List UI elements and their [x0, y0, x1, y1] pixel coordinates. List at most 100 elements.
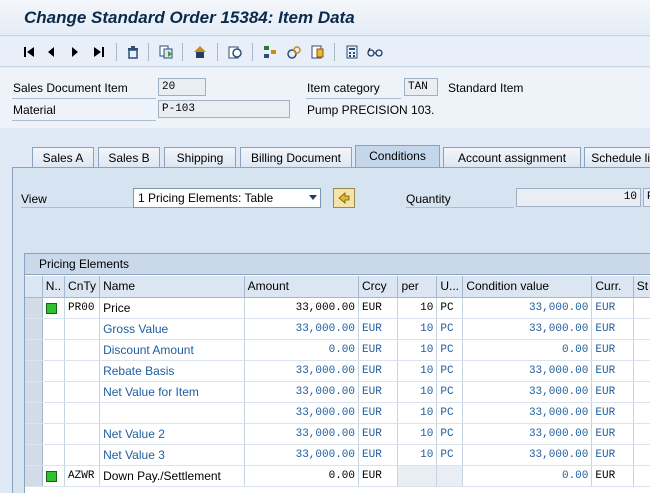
- crcy-cell[interactable]: EUR: [358, 402, 399, 424]
- glasses-icon[interactable]: [366, 43, 384, 61]
- tab-sales-b[interactable]: Sales B: [98, 147, 160, 167]
- previous-icon[interactable]: [42, 43, 60, 61]
- table-row[interactable]: PR00 Price 33,000.00 EUR 10 PC 33,000.00 EUR: [25, 297, 650, 319]
- cnty-cell[interactable]: [64, 444, 101, 466]
- curr-cell[interactable]: EUR: [591, 423, 634, 445]
- name-cell[interactable]: Rebate Basis: [99, 360, 245, 382]
- navigate-back-button[interactable]: [333, 188, 355, 208]
- cnty-cell[interactable]: PR00: [64, 297, 101, 319]
- last-icon[interactable]: [90, 43, 108, 61]
- sales-doc-item-field[interactable]: 20: [158, 78, 206, 96]
- condition-value-cell[interactable]: 33,000.00: [462, 423, 593, 445]
- row-selector[interactable]: [25, 423, 43, 445]
- next-icon[interactable]: [66, 43, 84, 61]
- unit-cell[interactable]: PC: [436, 318, 464, 340]
- table-row[interactable]: AZWR Down Pay./Settlement 0.00 EUR 0.00 EUR: [25, 465, 650, 487]
- unit-cell[interactable]: [436, 465, 464, 487]
- column-header-unit[interactable]: U...: [436, 276, 464, 298]
- per-cell[interactable]: 10: [397, 297, 438, 319]
- per-cell[interactable]: 10: [397, 423, 438, 445]
- unit-cell[interactable]: PC: [436, 402, 464, 424]
- material-field[interactable]: P-103: [158, 100, 290, 118]
- chevron-down-icon[interactable]: [309, 195, 317, 200]
- cnty-cell[interactable]: [64, 402, 101, 424]
- tab-conditions[interactable]: Conditions: [355, 145, 440, 167]
- row-selector[interactable]: [25, 360, 43, 382]
- unit-cell[interactable]: PC: [436, 444, 464, 466]
- column-header-crcy[interactable]: Crcy: [358, 276, 399, 298]
- tab-billing-document[interactable]: Billing Document: [240, 147, 352, 167]
- name-cell[interactable]: Down Pay./Settlement: [99, 465, 245, 487]
- per-cell[interactable]: 10: [397, 339, 438, 361]
- cnty-cell[interactable]: AZWR: [64, 465, 101, 487]
- column-header-condition-value[interactable]: Condition value: [462, 276, 593, 298]
- tab-schedule-lines[interactable]: Schedule lin: [584, 147, 650, 167]
- per-cell[interactable]: 10: [397, 318, 438, 340]
- amount-cell[interactable]: 0.00: [244, 339, 360, 361]
- amount-cell[interactable]: 33,000.00: [244, 297, 360, 319]
- crcy-cell[interactable]: EUR: [358, 423, 399, 445]
- unit-cell[interactable]: PC: [436, 423, 464, 445]
- unit-cell[interactable]: PC: [436, 339, 464, 361]
- item-category-field[interactable]: TAN: [404, 78, 438, 96]
- name-cell[interactable]: Gross Value: [99, 318, 245, 340]
- condition-value-cell[interactable]: 33,000.00: [462, 360, 593, 382]
- column-header-name[interactable]: Name: [99, 276, 245, 298]
- name-cell[interactable]: Price: [99, 297, 245, 319]
- per-cell[interactable]: 10: [397, 444, 438, 466]
- cnty-cell[interactable]: [64, 318, 101, 340]
- condition-value-cell[interactable]: 33,000.00: [462, 318, 593, 340]
- crcy-cell[interactable]: EUR: [358, 381, 399, 403]
- table-row[interactable]: Discount Amount 0.00 EUR 10 PC 0.00 EUR: [25, 339, 650, 361]
- per-cell[interactable]: [397, 465, 438, 487]
- tab-sales-a[interactable]: Sales A: [32, 147, 94, 167]
- cnty-cell[interactable]: [64, 423, 101, 445]
- calculator-icon[interactable]: [343, 43, 361, 61]
- row-selector[interactable]: [25, 402, 43, 424]
- curr-cell[interactable]: EUR: [591, 381, 634, 403]
- amount-cell[interactable]: 33,000.00: [244, 402, 360, 424]
- cnty-cell[interactable]: [64, 360, 101, 382]
- condition-value-cell[interactable]: 33,000.00: [462, 297, 593, 319]
- row-selector[interactable]: [25, 381, 43, 403]
- condition-value-cell[interactable]: 0.00: [462, 339, 593, 361]
- curr-cell[interactable]: EUR: [591, 297, 634, 319]
- column-header-cnty[interactable]: CnTy: [64, 276, 101, 298]
- table-row[interactable]: Net Value for Item 33,000.00 EUR 10 PC 33,000…: [25, 381, 650, 403]
- table-row[interactable]: 33,000.00 EUR 10 PC 33,000.00 EUR: [25, 402, 650, 424]
- first-icon[interactable]: [20, 43, 38, 61]
- column-header-n[interactable]: N..: [42, 276, 66, 298]
- curr-cell[interactable]: EUR: [591, 339, 634, 361]
- curr-cell[interactable]: EUR: [591, 444, 634, 466]
- row-selector[interactable]: [25, 339, 43, 361]
- delete-icon[interactable]: [124, 43, 142, 61]
- view-select[interactable]: 1 Pricing Elements: Table: [133, 188, 321, 208]
- amount-cell[interactable]: 33,000.00: [244, 318, 360, 340]
- row-selector[interactable]: [25, 318, 43, 340]
- crcy-cell[interactable]: EUR: [358, 318, 399, 340]
- table-row[interactable]: Gross Value 33,000.00 EUR 10 PC 33,000.00 EUR: [25, 318, 650, 340]
- unit-cell[interactable]: PC: [436, 360, 464, 382]
- per-cell[interactable]: 10: [397, 360, 438, 382]
- display-icon[interactable]: [226, 43, 244, 61]
- document-icon[interactable]: [308, 43, 326, 61]
- amount-cell[interactable]: 33,000.00: [244, 423, 360, 445]
- name-cell[interactable]: Discount Amount: [99, 339, 245, 361]
- cnty-cell[interactable]: [64, 381, 101, 403]
- table-row[interactable]: Rebate Basis 33,000.00 EUR 10 PC 33,000.00 EUR: [25, 360, 650, 382]
- header-icon[interactable]: [191, 43, 209, 61]
- amount-cell[interactable]: 33,000.00: [244, 444, 360, 466]
- row-selector[interactable]: [25, 297, 43, 319]
- tab-shipping[interactable]: Shipping: [164, 147, 236, 167]
- condition-value-cell[interactable]: 33,000.00: [462, 444, 593, 466]
- name-cell[interactable]: Net Value 2: [99, 423, 245, 445]
- per-cell[interactable]: 10: [397, 381, 438, 403]
- copy-icon[interactable]: [157, 43, 175, 61]
- amount-cell[interactable]: 33,000.00: [244, 381, 360, 403]
- column-header-status[interactable]: St: [633, 276, 650, 298]
- crcy-cell[interactable]: EUR: [358, 360, 399, 382]
- name-cell[interactable]: [99, 402, 245, 424]
- table-row[interactable]: Net Value 3 33,000.00 EUR 10 PC 33,000.00 EUR: [25, 444, 650, 466]
- quantity-unit-field[interactable]: P: [643, 188, 650, 207]
- amount-cell[interactable]: 33,000.00: [244, 360, 360, 382]
